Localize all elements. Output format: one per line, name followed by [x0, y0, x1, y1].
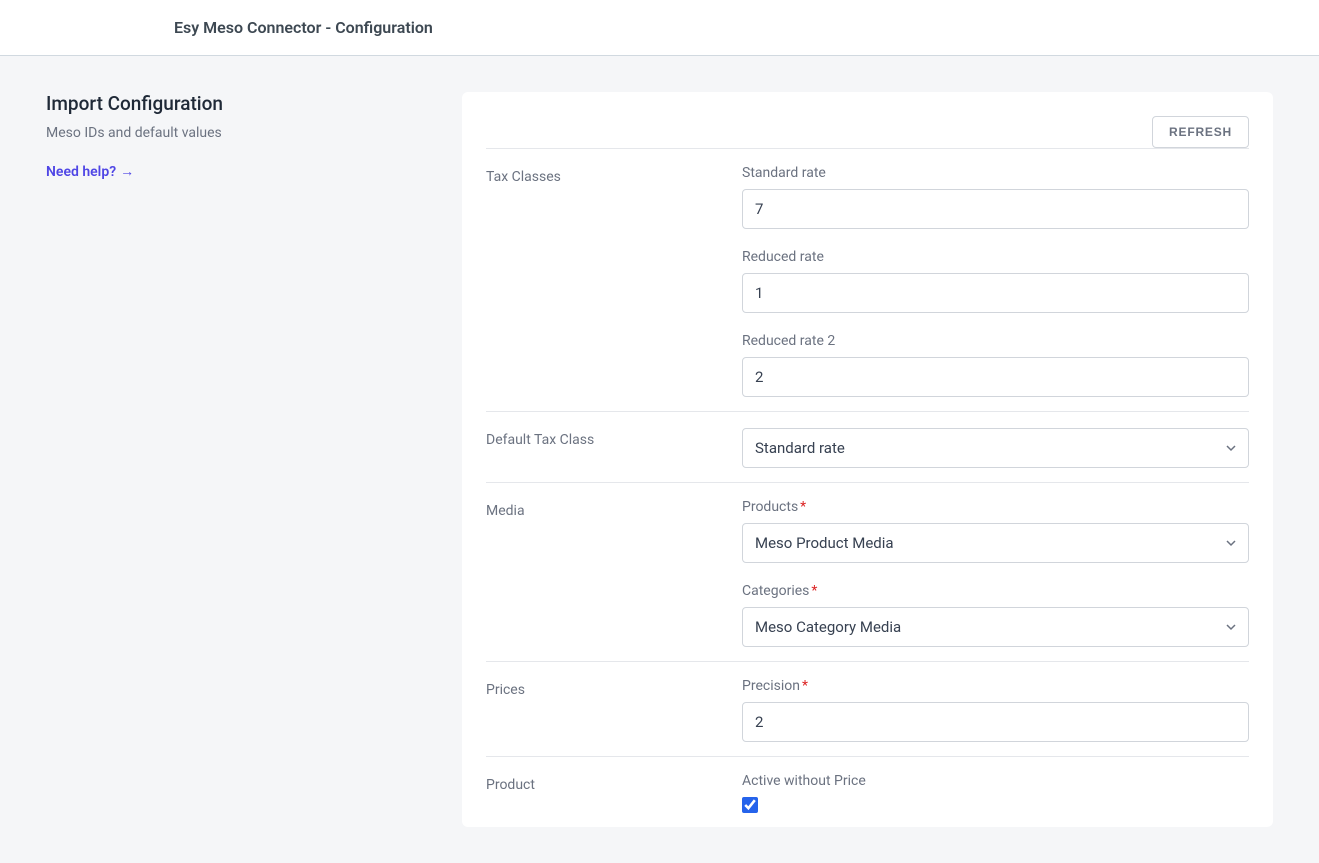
section-label-default-tax: Default Tax Class	[486, 432, 726, 448]
section-label-col: Tax Classes	[486, 165, 726, 397]
section-media: Media Products* Meso Product Media	[486, 482, 1249, 661]
media-products-select[interactable]: Meso Product Media	[742, 523, 1249, 563]
section-tax-classes: Tax Classes Standard rate Reduced rate R…	[486, 148, 1249, 411]
field-active-without-price: Active without Price	[742, 773, 1249, 813]
required-indicator: *	[811, 583, 817, 599]
field-label-media-products: Products*	[742, 499, 1249, 515]
reduced-rate-input[interactable]	[742, 273, 1249, 313]
card-actions: REFRESH	[486, 116, 1249, 148]
required-indicator: *	[802, 678, 808, 694]
section-label-tax-classes: Tax Classes	[486, 169, 726, 185]
help-link[interactable]: Need help? →	[46, 163, 134, 180]
section-fields: Standard rate Reduced rate Reduced rate …	[742, 165, 1249, 397]
section-label-col: Default Tax Class	[486, 428, 726, 468]
field-media-categories: Categories* Meso Category Media	[742, 583, 1249, 647]
field-label-precision: Precision*	[742, 678, 1249, 694]
page-header: Esy Meso Connector - Configuration	[0, 0, 1319, 56]
section-fields: Precision*	[742, 678, 1249, 742]
section-label-col: Product	[486, 773, 726, 813]
precision-label-text: Precision	[742, 678, 800, 694]
field-label-reduced-rate-2: Reduced rate 2	[742, 333, 1249, 349]
field-standard-rate: Standard rate	[742, 165, 1249, 229]
field-label-active: Active without Price	[742, 773, 1249, 789]
active-without-price-checkbox[interactable]	[742, 797, 758, 813]
field-label-standard-rate: Standard rate	[742, 165, 1249, 181]
refresh-button[interactable]: REFRESH	[1152, 116, 1249, 148]
default-tax-select[interactable]: Standard rate	[742, 428, 1249, 468]
section-label-col: Media	[486, 499, 726, 647]
select-wrapper: Meso Product Media	[742, 523, 1249, 563]
section-label-product: Product	[486, 777, 726, 793]
reduced-rate-2-input[interactable]	[742, 357, 1249, 397]
standard-rate-input[interactable]	[742, 189, 1249, 229]
section-label-media: Media	[486, 503, 726, 519]
field-default-tax: Standard rate	[742, 428, 1249, 468]
field-media-products: Products* Meso Product Media	[742, 499, 1249, 563]
arrow-right-icon: →	[120, 163, 134, 180]
section-fields: Active without Price	[742, 773, 1249, 813]
section-prices: Prices Precision*	[486, 661, 1249, 756]
precision-input[interactable]	[742, 702, 1249, 742]
section-default-tax: Default Tax Class Standard rate	[486, 411, 1249, 482]
sidebar-title: Import Configuration	[46, 92, 406, 115]
help-link-text: Need help?	[46, 164, 116, 180]
media-categories-select[interactable]: Meso Category Media	[742, 607, 1249, 647]
config-sidebar: Import Configuration Meso IDs and defaul…	[46, 92, 406, 180]
field-reduced-rate: Reduced rate	[742, 249, 1249, 313]
section-product: Product Active without Price	[486, 756, 1249, 827]
required-indicator: *	[800, 499, 806, 515]
section-label-col: Prices	[486, 678, 726, 742]
field-reduced-rate-2: Reduced rate 2	[742, 333, 1249, 397]
section-fields: Standard rate	[742, 428, 1249, 468]
select-wrapper: Meso Category Media	[742, 607, 1249, 647]
main-content: Import Configuration Meso IDs and defaul…	[0, 56, 1319, 863]
field-precision: Precision*	[742, 678, 1249, 742]
field-label-reduced-rate: Reduced rate	[742, 249, 1249, 265]
media-categories-label-text: Categories	[742, 583, 809, 599]
select-wrapper: Standard rate	[742, 428, 1249, 468]
sidebar-subtitle: Meso IDs and default values	[46, 125, 406, 141]
section-fields: Products* Meso Product Media Categories*	[742, 499, 1249, 647]
page-title: Esy Meso Connector - Configuration	[174, 18, 1319, 37]
media-products-label-text: Products	[742, 499, 798, 515]
field-label-media-categories: Categories*	[742, 583, 1249, 599]
section-label-prices: Prices	[486, 682, 726, 698]
config-card: REFRESH Tax Classes Standard rate Reduce…	[462, 92, 1273, 827]
